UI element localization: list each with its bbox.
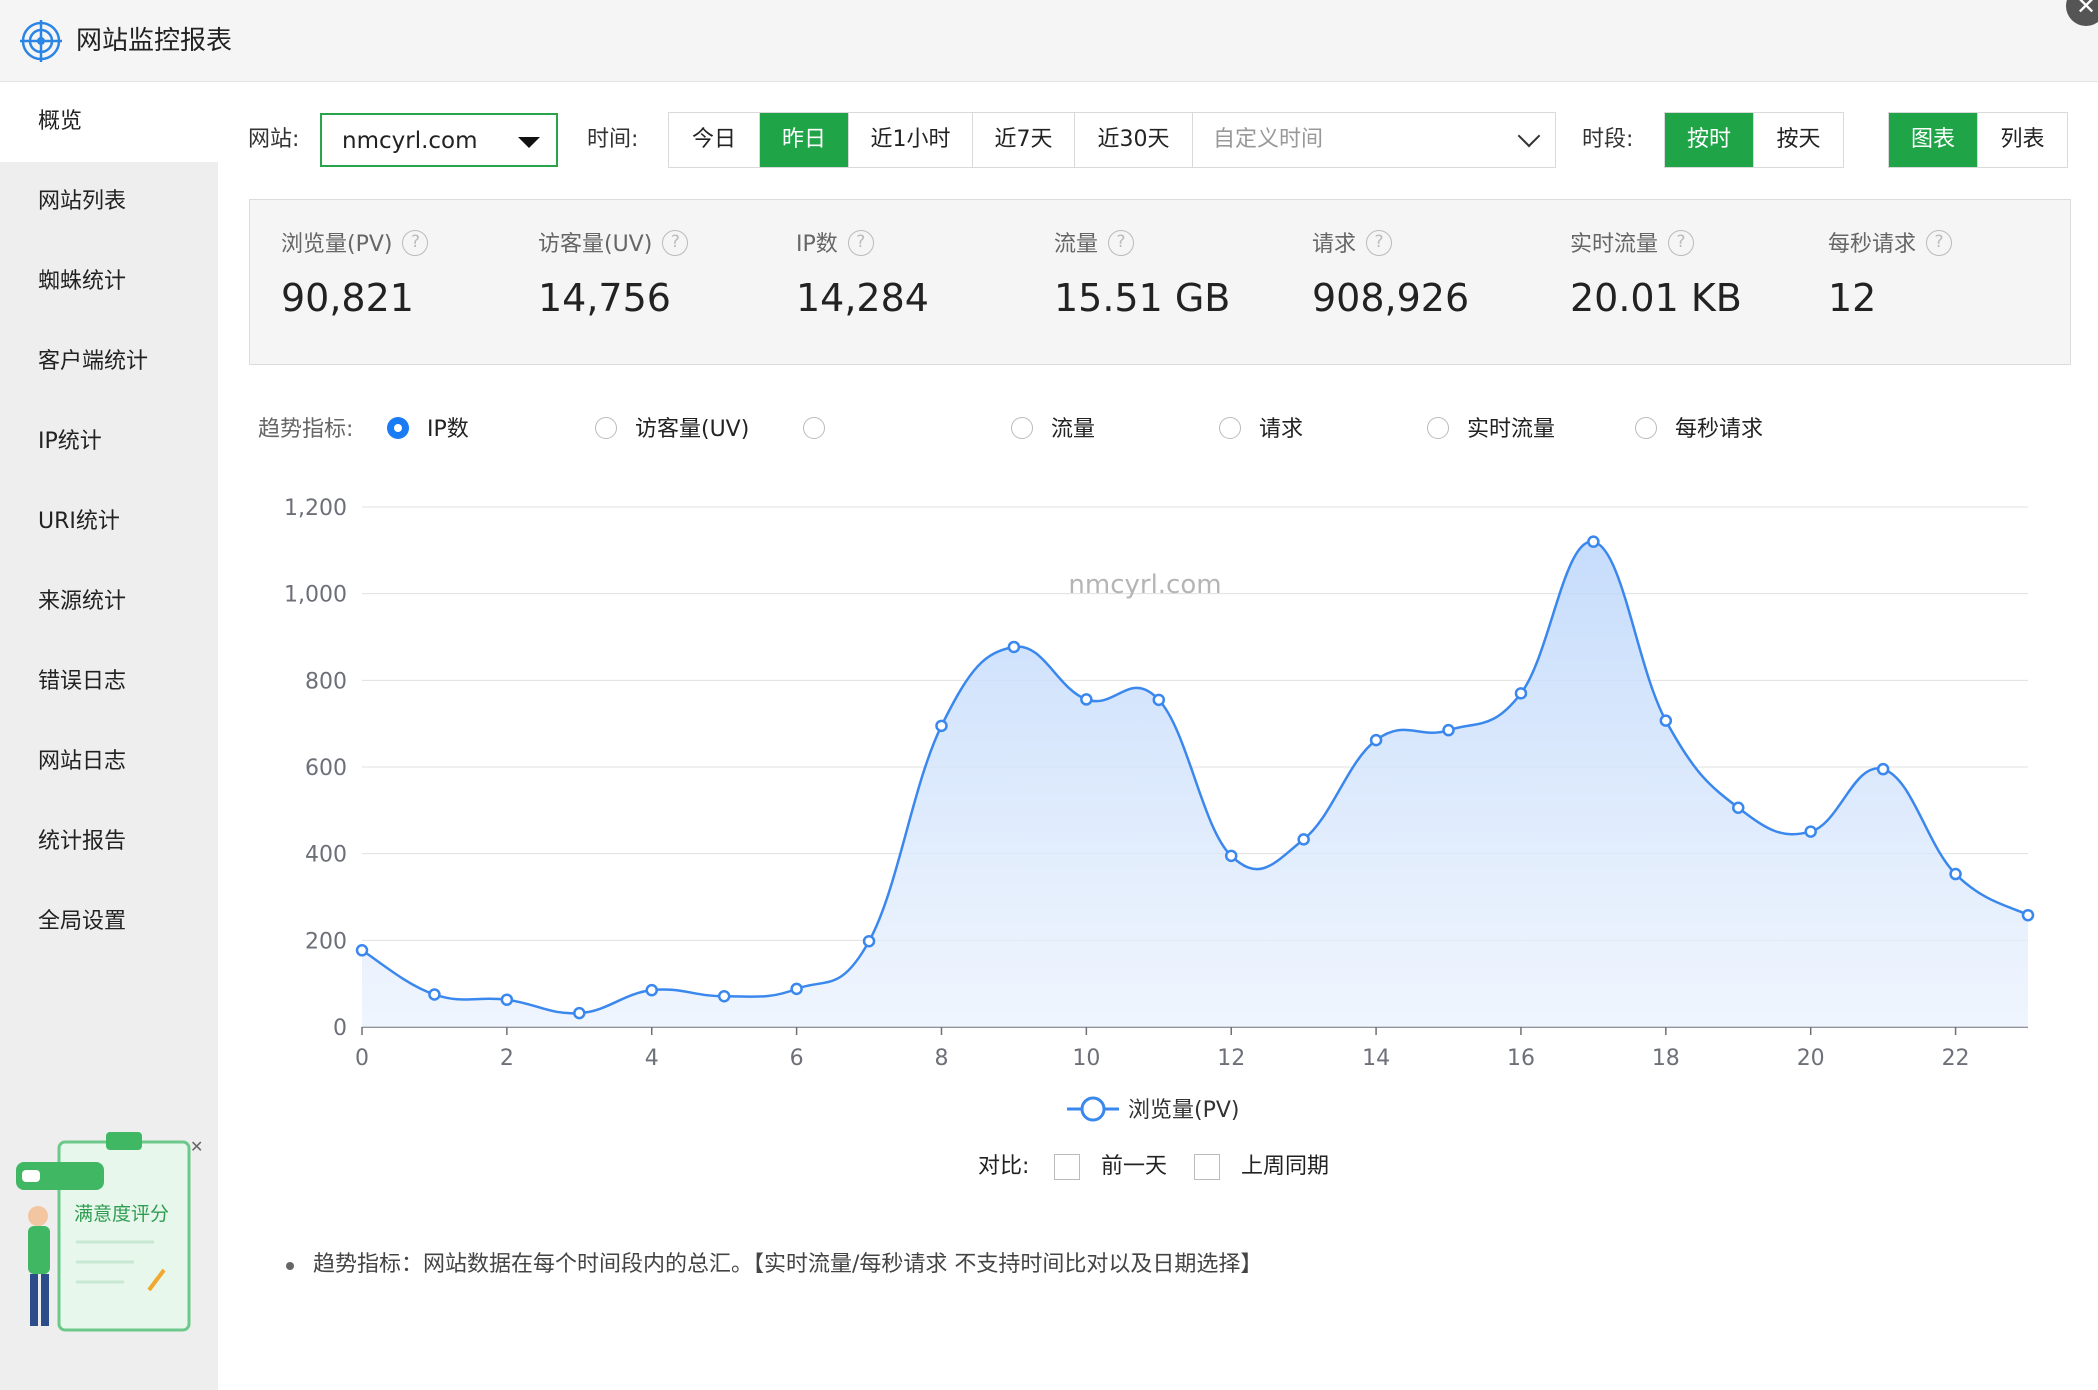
data-point (428, 988, 441, 1001)
compare-checkbox-last-week[interactable] (1194, 1154, 1220, 1180)
data-point (1442, 723, 1455, 737)
trend-chart: 0 200 400 600 800 1,000 1,200 0 2 4 6 8 10 12 14 16 18 20… (284, 496, 2035, 1123)
x-tick-label: 18 (1652, 1046, 1680, 1071)
x-tick-label: 0 (355, 1046, 369, 1071)
x-tick-label: 14 (1362, 1046, 1390, 1071)
footnote: 趋势指标：网站数据在每个时间段内的总汇。【实时流量/每秒请求 不支持时间比对以及… (313, 1252, 1263, 1277)
y-tick-label: 400 (305, 843, 347, 868)
compare-option-label: 前一天 (1101, 1154, 1168, 1179)
series-area (362, 541, 2028, 1027)
data-point (1297, 833, 1310, 846)
data-point (790, 982, 803, 996)
bullet-dot (286, 1262, 294, 1270)
data-point (645, 983, 658, 997)
data-point (1587, 535, 1600, 548)
y-tick-label: 1,200 (284, 496, 347, 521)
legend-label: 浏览量(PV) (1128, 1098, 1239, 1123)
data-point (1732, 801, 1745, 814)
data-point (1514, 687, 1528, 700)
x-tick-label: 12 (1217, 1046, 1245, 1071)
y-tick-label: 1,000 (284, 583, 347, 608)
y-tick-label: 200 (305, 929, 347, 954)
x-tick-label: 16 (1507, 1046, 1535, 1071)
data-point (1876, 762, 1890, 776)
data-point (2021, 908, 2035, 922)
data-point (862, 934, 876, 948)
data-point (1080, 693, 1093, 706)
data-point (1007, 640, 1021, 654)
data-point (355, 944, 369, 957)
data-point (500, 993, 514, 1006)
data-point (1152, 693, 1166, 707)
data-point (1224, 849, 1238, 863)
data-point (1949, 867, 1962, 881)
data-point (935, 719, 948, 733)
y-tick-label: 800 (305, 669, 347, 694)
data-point (1659, 714, 1673, 727)
data-point (717, 989, 731, 1003)
x-tick-label: 2 (500, 1046, 514, 1071)
x-tick-label: 20 (1797, 1046, 1825, 1071)
y-tick-label: 600 (305, 756, 347, 781)
data-point (1804, 825, 1817, 838)
data-point (573, 1006, 586, 1020)
x-tick-label: 22 (1942, 1046, 1970, 1071)
x-tick-label: 10 (1072, 1046, 1100, 1071)
compare-label: 对比: (978, 1154, 1030, 1179)
x-tick-label: 6 (790, 1046, 804, 1071)
compare-option-label: 上周同期 (1241, 1154, 1330, 1179)
compare-checkbox-previous-day[interactable] (1054, 1154, 1080, 1180)
data-point (1369, 733, 1383, 747)
y-tick-label: 0 (333, 1016, 347, 1041)
x-tick-label: 4 (645, 1046, 659, 1071)
x-tick-label: 8 (934, 1046, 948, 1071)
chart-watermark: nmcyrl.com (1068, 570, 1221, 600)
legend-marker (1080, 1096, 1106, 1122)
